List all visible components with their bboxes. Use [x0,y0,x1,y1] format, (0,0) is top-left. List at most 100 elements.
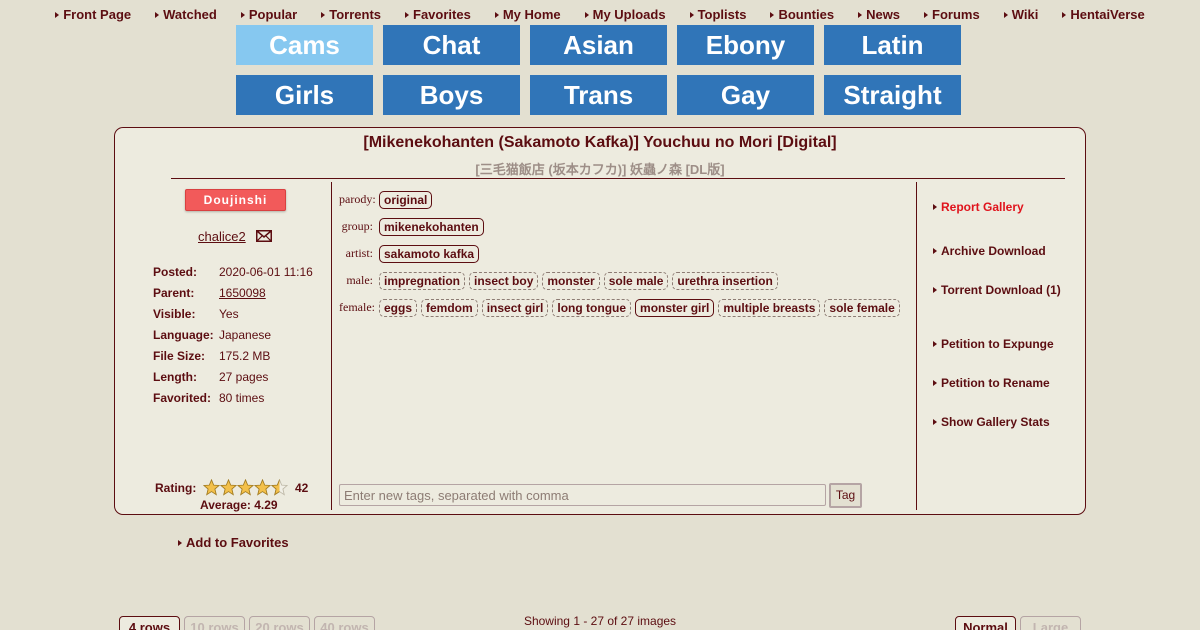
meta-key: File Size: [153,348,206,363]
nav-wiki[interactable]: Wiki [1003,7,1038,22]
tag[interactable]: sakamoto kafka [379,244,480,263]
category-button[interactable]: Doujinshi [185,189,286,211]
nav-favorites[interactable]: Favorites [405,7,471,22]
tile-gay[interactable]: Gay [677,75,814,115]
new-tags-input[interactable] [339,484,826,506]
nav-torrents[interactable]: Torrents [321,7,381,22]
tag[interactable]: sole male [603,271,669,290]
petition-rename-link[interactable]: Petition to Rename [933,376,1050,390]
tag-row-parody: parody: original [339,186,911,213]
tag[interactable]: femdom [421,298,478,317]
nav-my-uploads[interactable]: My Uploads [584,7,666,22]
add-favorites-label: Add to Favorites [186,535,289,550]
tag-row-artist: artist: sakamoto kafka [339,240,911,267]
arrow-icon [770,11,775,18]
tag[interactable]: monster girl [635,298,715,317]
tag[interactable]: multiple breasts [718,298,821,317]
report-gallery-link[interactable]: Report Gallery [933,200,1024,214]
tag[interactable]: impregnation [379,271,466,290]
tile-trans[interactable]: Trans [530,75,667,115]
gallery-info: Doujinshi chalice2 Posted: 2020-06-01 11… [115,182,331,550]
tag[interactable]: insect boy [469,271,539,290]
tile-straight[interactable]: Straight [824,75,961,115]
meta-row-filesize: File Size: 175.2 MB [153,345,313,366]
column-divider [331,182,332,510]
tag[interactable]: monster [542,271,600,290]
star-icon[interactable] [203,479,220,496]
star-icon[interactable] [237,479,254,496]
torrent-download-link[interactable]: Torrent Download (1) [933,283,1061,297]
meta-row-posted: Posted: 2020-06-01 11:16 [153,261,313,282]
meta-key: Visible: [153,306,196,321]
nav-label: Toplists [697,7,747,22]
meta-key: Language: [153,327,214,342]
rating-stars[interactable] [203,479,288,496]
tile-ebony[interactable]: Ebony [677,25,814,65]
nav-forums[interactable]: Forums [924,7,980,22]
tag-namespace: artist: [345,246,373,260]
tile-chat[interactable]: Chat [383,25,520,65]
tile-cams[interactable]: Cams [236,25,373,65]
action-label: Torrent Download (1) [941,283,1061,297]
action-label: Petition to Rename [941,376,1050,390]
meta-key: Length: [153,369,197,384]
gallery-title: [Mikenekohanten (Sakamoto Kafka)] Youchu… [363,134,837,151]
nav-news[interactable]: News [858,7,900,22]
petition-expunge-link[interactable]: Petition to Expunge [933,337,1054,351]
tag[interactable]: long tongue [552,298,632,317]
tile-asian[interactable]: Asian [530,25,667,65]
half-star-icon[interactable] [271,479,288,496]
nav-watched[interactable]: Watched [155,7,217,22]
gallery-panel: [Mikenekohanten (Sakamoto Kafka)] Youchu… [114,127,1086,550]
nav-toplists[interactable]: Toplists [689,7,747,22]
category-tiles: Cams Chat Asian Ebony Latin Girls Boys T… [236,25,961,115]
meta-row-language: Language: Japanese [153,324,313,345]
tile-boys[interactable]: Boys [383,75,520,115]
uploader-link[interactable]: chalice2 [198,229,246,244]
tag-submit-button[interactable]: Tag [829,483,862,508]
archive-download-link[interactable]: Archive Download [933,244,1046,258]
nav-label: Torrents [329,7,381,22]
tag-row-female: female: eggs femdom insect girl long ton… [339,294,911,321]
parent-link[interactable]: 1650098 [219,286,266,300]
tag[interactable]: original [379,190,433,209]
arrow-icon [933,341,937,347]
tile-girls[interactable]: Girls [236,75,373,115]
arrow-icon [405,11,409,18]
star-icon[interactable] [220,479,237,496]
arrow-icon [933,248,937,254]
tag-namespace: group: [341,219,373,233]
meta-row-visible: Visible: Yes [153,303,313,324]
star-icon[interactable] [254,479,271,496]
size-normal-button[interactable]: Normal [955,616,1016,630]
tag-row-group: group: mikenekohanten [339,213,911,240]
meta-row-parent: Parent: 1650098 [153,282,313,303]
tag[interactable]: eggs [379,298,418,317]
nav-bounties[interactable]: Bounties [770,7,834,22]
show-gallery-stats-link[interactable]: Show Gallery Stats [933,415,1050,429]
arrow-icon [240,11,245,18]
nav-front-page[interactable]: Front Page [55,7,131,22]
size-large-button[interactable]: Large [1020,616,1081,630]
tag[interactable]: mikenekohanten [379,217,484,236]
meta-row-favorited: Favorited: 80 times [153,387,313,408]
nav-my-home[interactable]: My Home [494,7,561,22]
nav-label: Favorites [413,7,471,22]
visible-value: Yes [219,306,239,321]
action-label: Show Gallery Stats [941,415,1050,429]
tag[interactable]: urethra insertion [672,271,778,290]
metadata-table: Posted: 2020-06-01 11:16 Parent: 1650098… [153,261,313,408]
add-to-favorites-link[interactable]: Add to Favorites [178,535,289,550]
rating-average: Average: 4.29 [200,498,278,512]
nav-label: My Uploads [592,7,666,22]
nav-label: Front Page [63,7,132,22]
arrow-icon [924,11,929,18]
nav-hentaiverse[interactable]: HentaiVerse [1062,7,1145,22]
tag[interactable]: sole female [824,298,900,317]
tag[interactable]: insect girl [481,298,549,317]
arrow-icon [178,539,182,546]
top-nav: Front Page Watched Popular Torrents Favo… [0,7,1200,22]
tile-latin[interactable]: Latin [824,25,961,65]
mail-icon[interactable] [256,230,272,242]
nav-popular[interactable]: Popular [240,7,297,22]
